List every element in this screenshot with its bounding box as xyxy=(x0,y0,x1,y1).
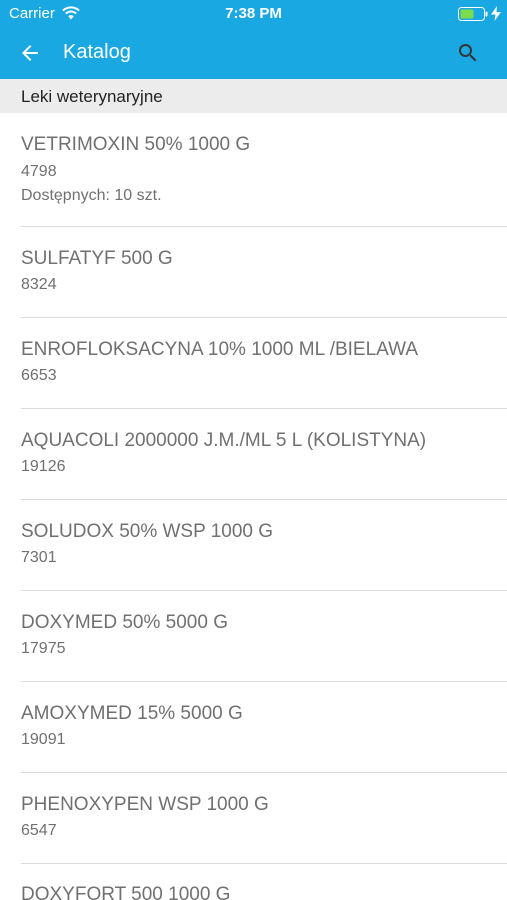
back-button[interactable] xyxy=(8,31,52,75)
list-item[interactable]: DOXYMED 50% 5000 G 17975 xyxy=(0,591,507,682)
charging-bolt-icon xyxy=(491,6,501,21)
item-code: 17975 xyxy=(21,640,66,657)
item-code: 19091 xyxy=(21,731,66,748)
list-item[interactable]: AMOXYMED 15% 5000 G 19091 xyxy=(0,682,507,773)
list-item[interactable]: PHENOXYPEN WSP 1000 G 6547 xyxy=(0,773,507,864)
list-item[interactable]: ENROFLOKSACYNA 10% 1000 ML /BIELAWA 6653 xyxy=(0,318,507,409)
item-name: SULFATYF 500 G xyxy=(21,248,173,269)
status-time: 7:38 PM xyxy=(225,5,282,22)
app-bar: Katalog xyxy=(0,28,507,79)
item-name: AQUACOLI 2000000 J.M./ML 5 L (KOLISTYNA) xyxy=(21,430,427,451)
item-name: VETRIMOXIN 50% 1000 G xyxy=(21,134,251,155)
item-name: SOLUDOX 50% WSP 1000 G xyxy=(21,521,274,542)
search-icon xyxy=(459,44,477,62)
item-code: 4798 xyxy=(21,163,57,180)
item-name: DOXYMED 50% 5000 G xyxy=(21,612,228,633)
search-button[interactable] xyxy=(446,31,490,75)
list-item[interactable]: AQUACOLI 2000000 J.M./ML 5 L (KOLISTYNA)… xyxy=(0,409,507,500)
item-name: ENROFLOKSACYNA 10% 1000 ML /BIELAWA xyxy=(21,339,419,360)
item-availability: Dostępnych: 10 szt. xyxy=(21,187,162,204)
list-item[interactable]: SOLUDOX 50% WSP 1000 G 7301 xyxy=(0,500,507,591)
item-code: 19126 xyxy=(21,458,66,475)
section-title: Leki weterynaryjne xyxy=(21,87,163,106)
item-name: AMOXYMED 15% 5000 G xyxy=(21,703,243,724)
item-code: 6547 xyxy=(21,822,57,839)
item-code: 8324 xyxy=(21,276,57,293)
item-code: 6653 xyxy=(21,367,57,384)
section-header: Leki weterynaryjne xyxy=(0,79,507,113)
screen: Carrier 7:38 PM Katalog Leki weterynaryj… xyxy=(0,0,507,900)
page-title: Katalog xyxy=(63,41,131,63)
item-name: PHENOXYPEN WSP 1000 G xyxy=(21,794,269,815)
item-name: DOXYFORT 500 1000 G xyxy=(21,884,231,900)
arrow-left-icon xyxy=(22,45,38,61)
list-item[interactable]: VETRIMOXIN 50% 1000 G 4798 Dostępnych: 1… xyxy=(0,113,507,227)
battery-icon xyxy=(458,7,488,21)
product-list: VETRIMOXIN 50% 1000 G 4798 Dostępnych: 1… xyxy=(0,113,507,900)
list-item[interactable]: SULFATYF 500 G 8324 xyxy=(0,227,507,318)
list-item[interactable]: DOXYFORT 500 1000 G xyxy=(0,864,507,900)
status-bar: Carrier 7:38 PM xyxy=(0,0,507,28)
item-code: 7301 xyxy=(21,549,57,566)
